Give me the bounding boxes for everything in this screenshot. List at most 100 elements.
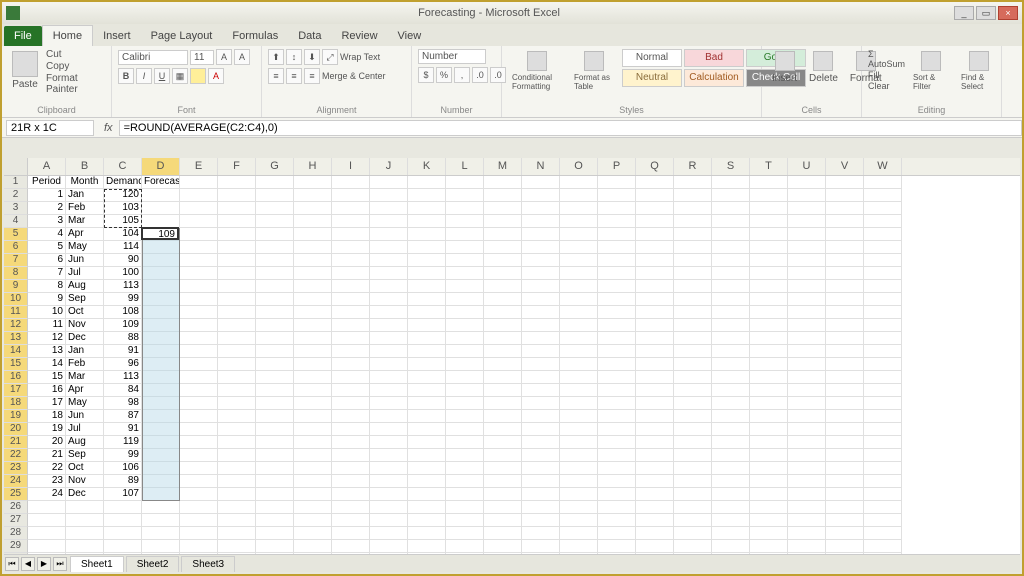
col-header-J[interactable]: J xyxy=(370,158,408,175)
cell-U19[interactable] xyxy=(788,410,826,423)
cell-K17[interactable] xyxy=(408,384,446,397)
cell-O19[interactable] xyxy=(560,410,598,423)
cell-Q5[interactable] xyxy=(636,228,674,241)
cell-P9[interactable] xyxy=(598,280,636,293)
cell-C24[interactable]: 89 xyxy=(104,475,142,488)
cell-P13[interactable] xyxy=(598,332,636,345)
underline-button[interactable]: U xyxy=(154,68,170,84)
cell-K26[interactable] xyxy=(408,501,446,514)
cell-K1[interactable] xyxy=(408,176,446,189)
cell-V13[interactable] xyxy=(826,332,864,345)
wrap-text-button[interactable]: Wrap Text xyxy=(340,52,380,62)
cell-D4[interactable] xyxy=(142,215,180,228)
style-normal[interactable]: Normal xyxy=(622,49,682,67)
cell-K6[interactable] xyxy=(408,241,446,254)
row-header-18[interactable]: 18 xyxy=(4,397,28,410)
cell-W16[interactable] xyxy=(864,371,902,384)
cell-V24[interactable] xyxy=(826,475,864,488)
cell-M18[interactable] xyxy=(484,397,522,410)
cell-V29[interactable] xyxy=(826,540,864,553)
cell-D20[interactable] xyxy=(142,423,180,436)
cell-D2[interactable] xyxy=(142,189,180,202)
cell-N13[interactable] xyxy=(522,332,560,345)
cell-V15[interactable] xyxy=(826,358,864,371)
cell-E12[interactable] xyxy=(180,319,218,332)
cell-J23[interactable] xyxy=(370,462,408,475)
cell-V23[interactable] xyxy=(826,462,864,475)
cell-V12[interactable] xyxy=(826,319,864,332)
cell-O5[interactable] xyxy=(560,228,598,241)
cell-H9[interactable] xyxy=(294,280,332,293)
cell-H4[interactable] xyxy=(294,215,332,228)
cell-A26[interactable] xyxy=(28,501,66,514)
cell-P14[interactable] xyxy=(598,345,636,358)
cell-D28[interactable] xyxy=(142,527,180,540)
cell-L27[interactable] xyxy=(446,514,484,527)
cell-T25[interactable] xyxy=(750,488,788,501)
cell-J12[interactable] xyxy=(370,319,408,332)
cell-N9[interactable] xyxy=(522,280,560,293)
cell-O4[interactable] xyxy=(560,215,598,228)
cell-U10[interactable] xyxy=(788,293,826,306)
cell-A18[interactable]: 17 xyxy=(28,397,66,410)
cell-I11[interactable] xyxy=(332,306,370,319)
cell-O9[interactable] xyxy=(560,280,598,293)
cell-C11[interactable]: 108 xyxy=(104,306,142,319)
cell-B29[interactable] xyxy=(66,540,104,553)
cell-L2[interactable] xyxy=(446,189,484,202)
sheet-tab-1[interactable]: Sheet1 xyxy=(70,556,124,572)
number-format-select[interactable]: Number xyxy=(418,49,486,64)
cell-E13[interactable] xyxy=(180,332,218,345)
tab-formulas[interactable]: Formulas xyxy=(222,26,288,46)
cell-W14[interactable] xyxy=(864,345,902,358)
cell-K3[interactable] xyxy=(408,202,446,215)
font-name-select[interactable]: Calibri xyxy=(118,50,188,65)
cell-N12[interactable] xyxy=(522,319,560,332)
cell-D19[interactable] xyxy=(142,410,180,423)
cell-G13[interactable] xyxy=(256,332,294,345)
cell-W1[interactable] xyxy=(864,176,902,189)
cell-R18[interactable] xyxy=(674,397,712,410)
col-header-P[interactable]: P xyxy=(598,158,636,175)
cell-O1[interactable] xyxy=(560,176,598,189)
cell-U7[interactable] xyxy=(788,254,826,267)
cell-K8[interactable] xyxy=(408,267,446,280)
cell-A29[interactable] xyxy=(28,540,66,553)
tab-review[interactable]: Review xyxy=(331,26,387,46)
cell-R13[interactable] xyxy=(674,332,712,345)
cell-D25[interactable] xyxy=(142,488,180,501)
cell-E19[interactable] xyxy=(180,410,218,423)
cell-C14[interactable]: 91 xyxy=(104,345,142,358)
cell-O13[interactable] xyxy=(560,332,598,345)
cell-S29[interactable] xyxy=(712,540,750,553)
merge-center-button[interactable]: Merge & Center xyxy=(322,71,386,81)
cell-I22[interactable] xyxy=(332,449,370,462)
cell-E5[interactable] xyxy=(180,228,218,241)
cell-D9[interactable] xyxy=(142,280,180,293)
cell-D5[interactable]: 109 xyxy=(142,228,180,241)
cell-O27[interactable] xyxy=(560,514,598,527)
cell-R20[interactable] xyxy=(674,423,712,436)
cell-I23[interactable] xyxy=(332,462,370,475)
cell-K23[interactable] xyxy=(408,462,446,475)
cell-E14[interactable] xyxy=(180,345,218,358)
cell-H14[interactable] xyxy=(294,345,332,358)
cell-D22[interactable] xyxy=(142,449,180,462)
row-header-10[interactable]: 10 xyxy=(4,293,28,306)
cell-L11[interactable] xyxy=(446,306,484,319)
cell-W7[interactable] xyxy=(864,254,902,267)
row-header-2[interactable]: 2 xyxy=(4,189,28,202)
cell-M5[interactable] xyxy=(484,228,522,241)
cell-U14[interactable] xyxy=(788,345,826,358)
cut-button[interactable]: Cut xyxy=(46,49,105,60)
cell-B13[interactable]: Dec xyxy=(66,332,104,345)
cell-M25[interactable] xyxy=(484,488,522,501)
cell-I19[interactable] xyxy=(332,410,370,423)
cell-T13[interactable] xyxy=(750,332,788,345)
cell-J4[interactable] xyxy=(370,215,408,228)
cell-R11[interactable] xyxy=(674,306,712,319)
cell-Q1[interactable] xyxy=(636,176,674,189)
cell-C1[interactable]: Demand xyxy=(104,176,142,189)
cell-C7[interactable]: 90 xyxy=(104,254,142,267)
cell-C17[interactable]: 84 xyxy=(104,384,142,397)
